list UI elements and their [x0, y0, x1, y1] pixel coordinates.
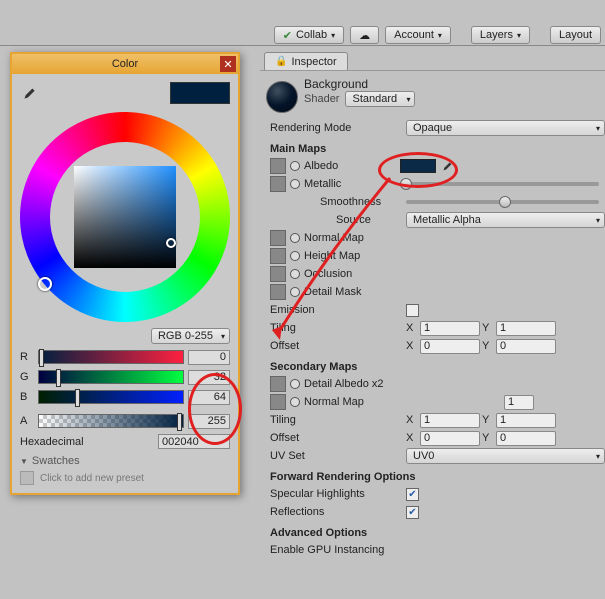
tiling2-y-field[interactable]: 1	[496, 413, 556, 428]
offset-y-field[interactable]: 0	[496, 339, 556, 354]
occlusion-label: Occlusion	[304, 268, 352, 280]
offset-x-field[interactable]: 0	[420, 339, 480, 354]
normalmap2-texture-slot[interactable]	[270, 394, 286, 410]
source-label: Source	[266, 214, 406, 226]
color-picker-window: Color ✕ RGB 0-255 R 0 G 32	[10, 52, 240, 495]
detailalbedo-label: Detail Albedo x2	[304, 378, 384, 390]
cloud-button[interactable]: ☁	[350, 26, 379, 44]
detailmask-label: Detail Mask	[304, 286, 361, 298]
source-dropdown[interactable]: Metallic Alpha	[406, 212, 605, 228]
tiling2-x-field[interactable]: 1	[420, 413, 480, 428]
eyedropper-icon[interactable]	[20, 84, 38, 102]
albedo-color-chip[interactable]	[400, 159, 436, 173]
b-value-field[interactable]: 64	[188, 390, 230, 405]
tiling-x-field[interactable]: 1	[420, 321, 480, 336]
albedo-label: Albedo	[304, 160, 400, 172]
hue-cursor[interactable]	[38, 277, 52, 291]
radio-icon	[290, 161, 300, 171]
shader-dropdown[interactable]: Standard	[345, 91, 415, 107]
detailalbedo-texture-slot[interactable]	[270, 376, 286, 392]
heightmap-label: Height Map	[304, 250, 360, 262]
tiling-y-field[interactable]: 1	[496, 321, 556, 336]
shader-label: Shader	[304, 93, 339, 105]
tiling-label: Tiling	[266, 322, 406, 334]
radio-icon	[290, 179, 300, 189]
specular-label: Specular Highlights	[266, 488, 406, 500]
offset-label: Offset	[266, 340, 406, 352]
foldout-icon: ▼	[20, 457, 28, 466]
hex-value-field[interactable]: 002040	[158, 434, 230, 449]
color-mode-dropdown[interactable]: RGB 0-255	[151, 328, 230, 344]
sv-square[interactable]	[74, 166, 176, 268]
secondary-maps-label: Secondary Maps	[270, 361, 605, 373]
close-icon[interactable]: ✕	[220, 56, 236, 72]
normalmap-label: Normal Map	[304, 232, 364, 244]
material-name: Background	[304, 77, 415, 91]
radio-icon	[290, 287, 300, 297]
reflections-label: Reflections	[266, 506, 406, 518]
normalmap2-value-field[interactable]: 1	[504, 395, 534, 410]
swatches-foldout[interactable]: ▼ Swatches	[20, 455, 230, 467]
rendering-mode-label: Rendering Mode	[266, 122, 406, 134]
offset2-y-field[interactable]: 0	[496, 431, 556, 446]
color-wheel[interactable]	[20, 112, 230, 322]
b-slider[interactable]	[38, 390, 184, 404]
advanced-options-label: Advanced Options	[270, 527, 605, 539]
material-preview-sphere	[266, 81, 298, 113]
smoothness-label: Smoothness	[266, 196, 406, 208]
emission-checkbox[interactable]	[406, 304, 419, 317]
radio-icon	[290, 269, 300, 279]
a-value-field[interactable]: 255	[188, 414, 230, 429]
a-slider[interactable]	[38, 414, 184, 428]
offset2-label: Offset	[266, 432, 406, 444]
emission-label: Emission	[266, 304, 406, 316]
gpu-instancing-label: Enable GPU Instancing	[266, 544, 406, 556]
albedo-texture-slot[interactable]	[270, 158, 286, 174]
preset-hint: Click to add new preset	[40, 473, 144, 484]
normalmap-texture-slot[interactable]	[270, 230, 286, 246]
g-slider[interactable]	[38, 370, 184, 384]
current-color-swatch	[170, 82, 230, 104]
reflections-checkbox[interactable]: ✔	[406, 506, 419, 519]
hex-label: Hexadecimal	[20, 436, 158, 448]
radio-icon	[290, 251, 300, 261]
smoothness-slider[interactable]	[406, 200, 599, 204]
occlusion-texture-slot[interactable]	[270, 266, 286, 282]
uvset-dropdown[interactable]: UV0	[406, 448, 605, 464]
r-slider[interactable]	[38, 350, 184, 364]
inspector-panel: 🔒 Inspector Background Shader Standard R…	[260, 52, 605, 599]
uvset-label: UV Set	[266, 450, 406, 462]
account-button[interactable]: Account▾	[385, 26, 451, 44]
g-value-field[interactable]: 32	[188, 370, 230, 385]
normalmap2-label: Normal Map	[304, 396, 504, 408]
layout-button[interactable]: Layout	[550, 26, 601, 44]
collab-button[interactable]: ✔Collab▾	[274, 26, 344, 44]
r-value-field[interactable]: 0	[188, 350, 230, 365]
detailmask-texture-slot[interactable]	[270, 284, 286, 300]
main-maps-label: Main Maps	[270, 143, 605, 155]
metallic-texture-slot[interactable]	[270, 176, 286, 192]
color-picker-title: Color	[112, 58, 138, 70]
heightmap-texture-slot[interactable]	[270, 248, 286, 264]
eyedropper-icon[interactable]	[440, 159, 454, 173]
offset2-x-field[interactable]: 0	[420, 431, 480, 446]
metallic-label: Metallic	[304, 178, 400, 190]
metallic-slider[interactable]	[400, 182, 599, 186]
layers-button[interactable]: Layers▾	[471, 26, 530, 44]
forward-options-label: Forward Rendering Options	[270, 471, 605, 483]
radio-icon	[290, 233, 300, 243]
lock-icon: 🔒	[275, 56, 287, 67]
tiling2-label: Tiling	[266, 414, 406, 426]
color-picker-titlebar[interactable]: Color ✕	[12, 54, 238, 74]
sv-cursor[interactable]	[166, 238, 176, 248]
rendering-mode-dropdown[interactable]: Opaque	[406, 120, 605, 136]
top-toolbar: ✔Collab▾ ☁ Account▾ Layers▾ Layout	[0, 0, 605, 46]
radio-icon	[290, 379, 300, 389]
specular-checkbox[interactable]: ✔	[406, 488, 419, 501]
add-preset-button[interactable]	[20, 471, 34, 485]
radio-icon	[290, 397, 300, 407]
inspector-tab[interactable]: 🔒 Inspector	[264, 52, 348, 70]
